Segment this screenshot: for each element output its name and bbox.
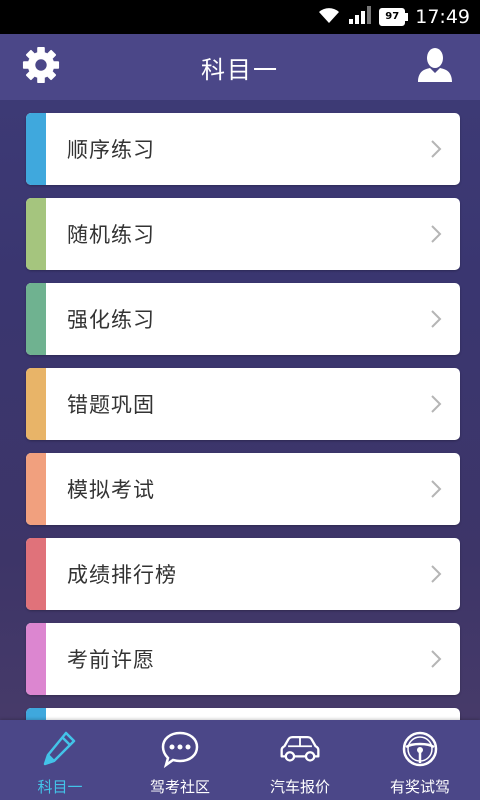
menu-item-label: 模拟考试: [67, 478, 155, 502]
chevron-right-icon: [430, 139, 442, 163]
accent-bar: [26, 113, 46, 185]
steering-wheel-icon: [398, 728, 442, 770]
gear-icon: [22, 46, 60, 88]
signal-icon: [349, 6, 372, 28]
menu-item-wrong-questions[interactable]: 错题巩固: [26, 368, 460, 440]
menu-item-label: 错题巩固: [67, 393, 155, 417]
nav-item-test-drive[interactable]: 有奖试驾: [360, 720, 480, 800]
chevron-right-icon: [430, 479, 442, 503]
nav-item-community[interactable]: 驾考社区: [120, 720, 240, 800]
menu-item-sequential-practice[interactable]: 顺序练习: [26, 113, 460, 185]
nav-label: 驾考社区: [149, 778, 210, 796]
chevron-right-icon: [430, 649, 442, 673]
header: 科目一: [0, 34, 480, 100]
accent-bar: [26, 623, 46, 695]
menu-item-label: 随机练习: [67, 223, 155, 247]
wifi-icon: [317, 6, 341, 28]
status-bar: 97 17:49: [0, 0, 480, 34]
chevron-right-icon: [430, 224, 442, 248]
menu-item-intensive-practice[interactable]: 强化练习: [26, 283, 460, 355]
accent-bar: [26, 453, 46, 525]
accent-bar: [26, 283, 46, 355]
nav-label: 有奖试驾: [389, 778, 450, 796]
user-button[interactable]: [414, 46, 456, 88]
bottom-nav: 科目一 驾考社区 汽车报价 有奖试驾: [0, 720, 480, 800]
status-time: 17:49: [415, 6, 470, 28]
menu-item-random-practice[interactable]: 随机练习: [26, 198, 460, 270]
nav-label: 科目一: [37, 778, 83, 796]
chevron-right-icon: [430, 309, 442, 333]
menu-item-label: 强化练习: [67, 308, 155, 332]
nav-item-subject-one[interactable]: 科目一: [0, 720, 120, 800]
nav-label: 汽车报价: [269, 778, 330, 796]
practice-menu: 顺序练习 随机练习 强化练习 错题巩固 模拟考试 成绩排行榜 考前许愿: [26, 113, 460, 761]
menu-item-label: 成绩排行榜: [67, 563, 177, 587]
accent-bar: [26, 198, 46, 270]
menu-item-leaderboard[interactable]: 成绩排行榜: [26, 538, 460, 610]
chevron-right-icon: [430, 564, 442, 588]
battery-icon: 97: [379, 8, 409, 26]
menu-item-pre-exam-wish[interactable]: 考前许愿: [26, 623, 460, 695]
settings-button[interactable]: [20, 46, 62, 88]
chat-bubble-icon: [158, 728, 202, 770]
accent-bar: [26, 368, 46, 440]
pencil-icon: [38, 728, 82, 770]
chevron-right-icon: [430, 394, 442, 418]
car-icon: [278, 728, 322, 770]
nav-item-car-prices[interactable]: 汽车报价: [240, 720, 360, 800]
user-icon: [417, 47, 453, 87]
menu-item-label: 考前许愿: [67, 648, 155, 672]
page-title: 科目一: [201, 55, 279, 84]
menu-item-mock-exam[interactable]: 模拟考试: [26, 453, 460, 525]
accent-bar: [26, 538, 46, 610]
menu-item-label: 顺序练习: [67, 138, 155, 162]
